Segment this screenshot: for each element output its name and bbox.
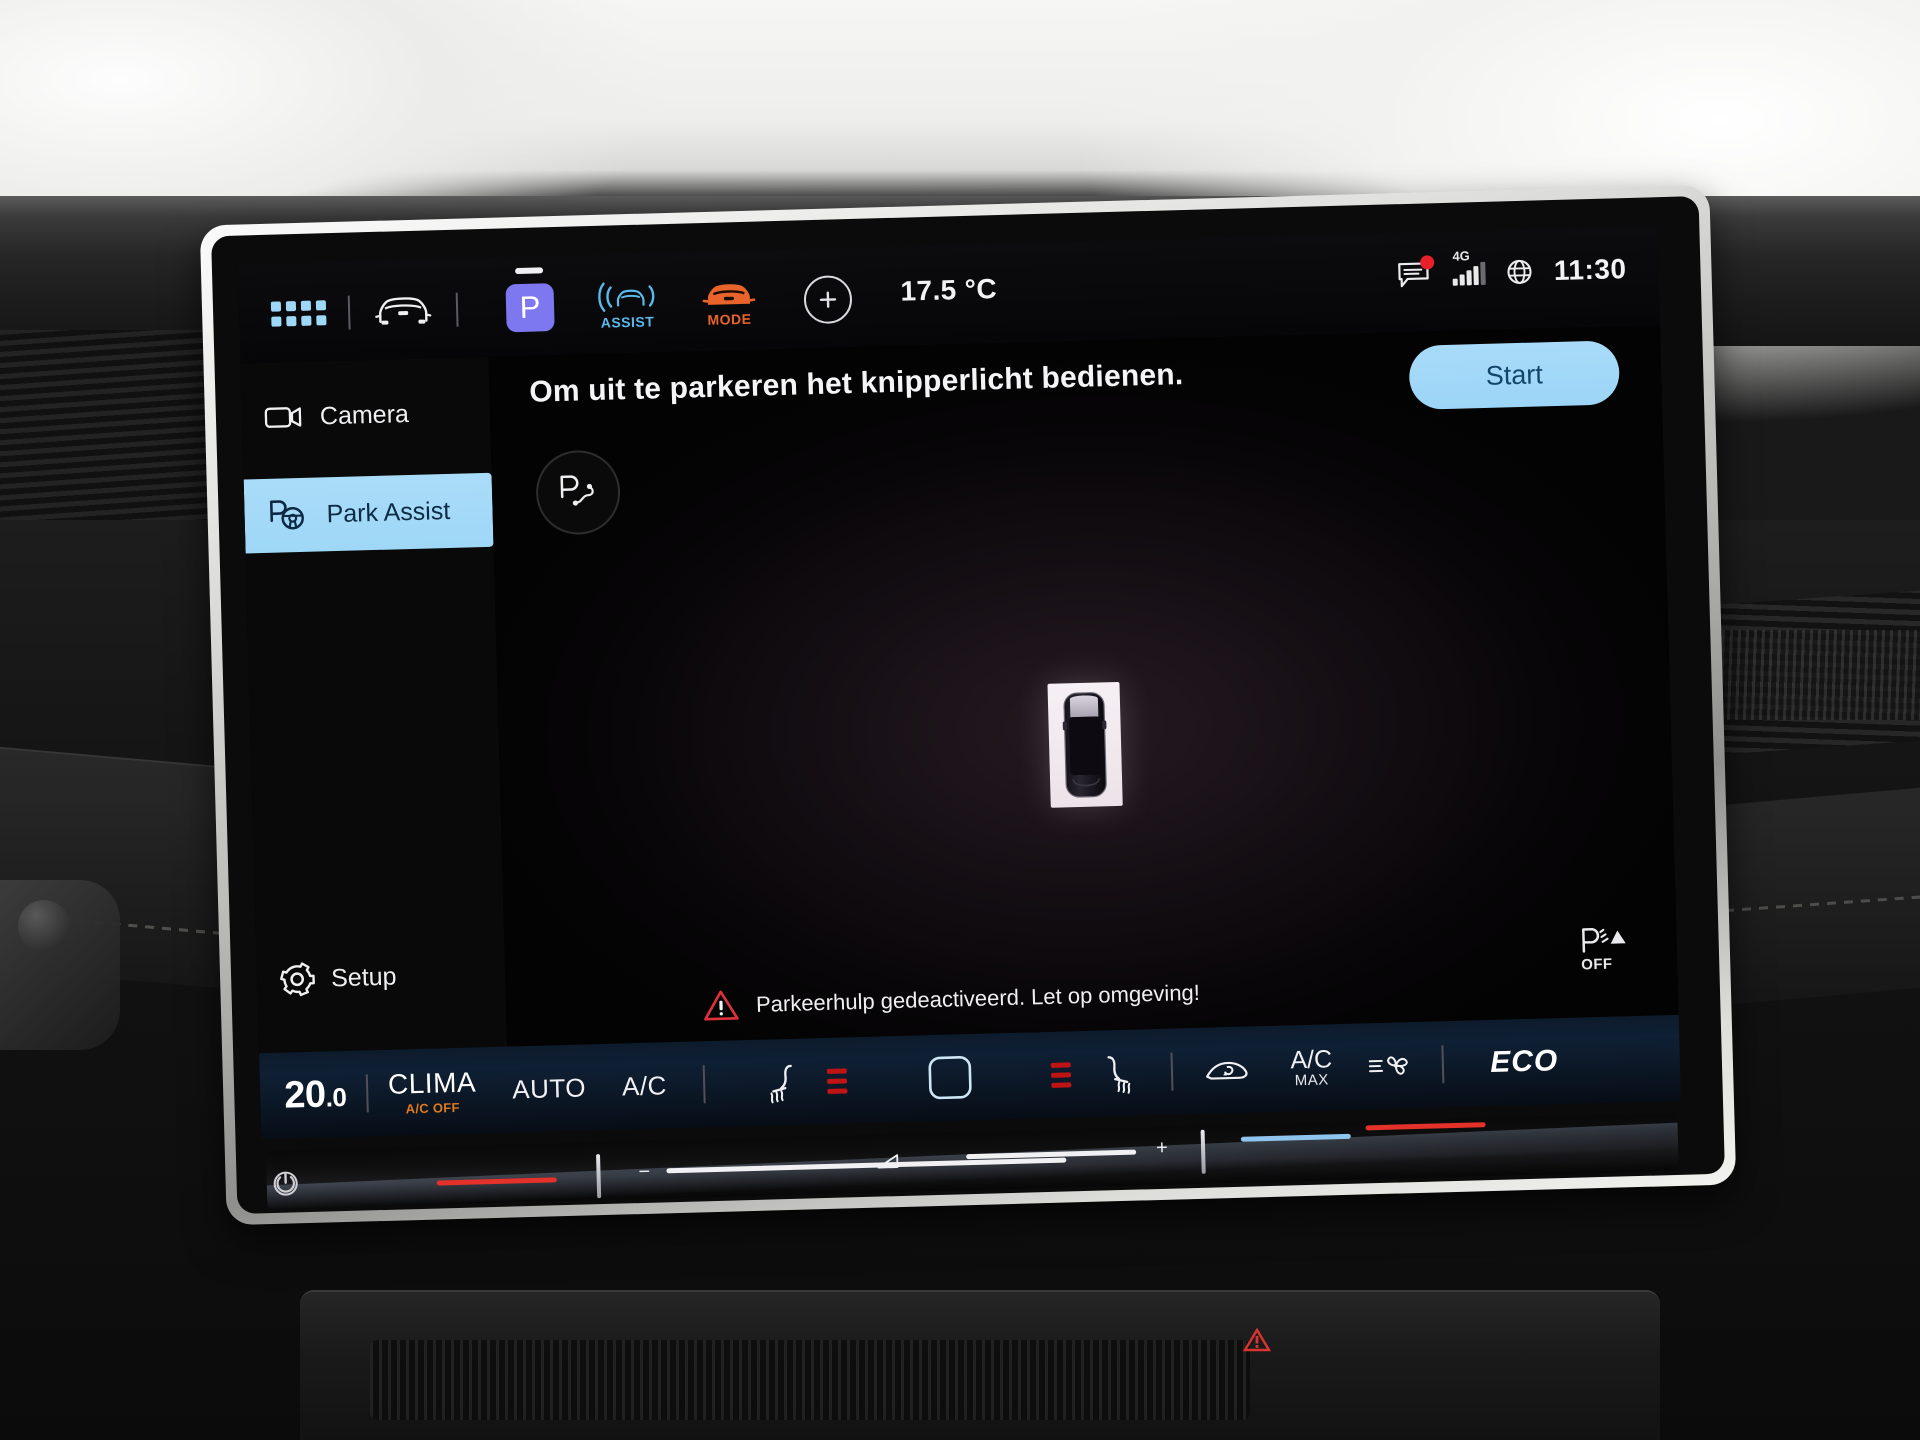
seat-heating-right-button[interactable] xyxy=(1094,1052,1135,1095)
messages-button[interactable] xyxy=(1397,255,1435,289)
globe-icon xyxy=(1507,259,1532,284)
sidebar-item-park-assist[interactable]: Park Assist xyxy=(243,472,494,554)
content-area: Camera Park Assist Setup Om uit te parke… xyxy=(240,325,1679,1054)
climate-divider-4 xyxy=(1441,1045,1445,1084)
ac-button[interactable]: A/C xyxy=(622,1070,668,1102)
ac-max-label: A/C xyxy=(1290,1045,1333,1075)
mode-label: MODE xyxy=(707,310,752,328)
ac-max-sublabel: MAX xyxy=(1294,1071,1330,1090)
notification-dot xyxy=(1420,255,1435,270)
sidebar-item-label: Setup xyxy=(330,962,397,992)
seat-heat-level-right[interactable] xyxy=(1050,1061,1072,1088)
park-sensor-status: OFF xyxy=(1580,926,1633,974)
park-assist-panel: Om uit te parkeren het knipperlicht bedi… xyxy=(488,325,1679,1047)
climate-divider-1 xyxy=(365,1074,369,1113)
gear-icon xyxy=(280,962,315,997)
recirculation-button[interactable] xyxy=(1200,1053,1253,1086)
seat-heating-left-icon xyxy=(770,1064,792,1104)
warning-banner: Parkeerhulp gedeactiveerd. Let op omgevi… xyxy=(702,976,1201,1023)
park-out-mode-button[interactable] xyxy=(534,449,622,536)
camera-icon xyxy=(264,407,302,428)
fan-button[interactable] xyxy=(1368,1049,1417,1082)
climate-temperature-fraction: .0 xyxy=(325,1081,347,1113)
clima-label: CLIMA xyxy=(387,1065,477,1100)
volume-wedge-icon xyxy=(876,1152,900,1171)
climate-display-button[interactable] xyxy=(924,1052,975,1103)
parking-slot-graphic xyxy=(1047,681,1123,808)
air-vent-right-fins xyxy=(1690,630,1920,720)
climate-temperature-whole: 20 xyxy=(283,1073,327,1117)
infotainment-bezel: P ASSIST MODE 17.5 °C 4G 11:30 Camera Pa… xyxy=(199,184,1737,1226)
active-indicator-bar xyxy=(515,266,544,274)
assist-label: ASSIST xyxy=(600,313,655,331)
light-switch-knob[interactable] xyxy=(18,900,70,952)
air-recirculation-icon xyxy=(1205,1061,1248,1080)
clock: 11:30 xyxy=(1553,253,1627,286)
rounded-square-icon xyxy=(928,1056,972,1100)
hazard-light-button[interactable] xyxy=(1235,1318,1279,1362)
connectivity-button[interactable] xyxy=(1506,258,1535,287)
eco-button[interactable]: ECO xyxy=(1490,1044,1559,1080)
volume-plus[interactable]: + xyxy=(1156,1137,1168,1160)
sidebar-item-label: Camera xyxy=(319,399,410,430)
hazard-triangle-icon xyxy=(1242,1327,1272,1352)
volume-minus[interactable]: − xyxy=(638,1161,650,1184)
seat-heat-level-left[interactable] xyxy=(826,1067,848,1094)
fan-icon xyxy=(1369,1056,1409,1075)
temp-left-handle[interactable] xyxy=(596,1154,602,1199)
status-tray: 4G 11:30 xyxy=(1397,248,1627,291)
network-signal: 4G xyxy=(1451,248,1487,286)
screen-housing: P ASSIST MODE 17.5 °C 4G 11:30 Camera Pa… xyxy=(211,196,1725,1214)
power-button[interactable] xyxy=(270,1168,301,1199)
temp-right-red-mark xyxy=(1365,1122,1486,1131)
auto-button[interactable]: AUTO xyxy=(512,1072,587,1105)
instruction-headline: Om uit te parkeren het knipperlicht bedi… xyxy=(528,358,1184,409)
dashboard-scene: P ASSIST MODE 17.5 °C 4G 11:30 Camera Pa… xyxy=(0,0,1920,1440)
seat-heating-right-icon xyxy=(1107,1056,1130,1094)
network-type-label: 4G xyxy=(1452,247,1470,264)
sidebar-item-label: Park Assist xyxy=(326,496,451,528)
clima-status-label: A/C OFF xyxy=(405,1099,460,1116)
warning-triangle-icon xyxy=(704,990,739,1021)
seat-heating-left-button[interactable] xyxy=(764,1061,805,1104)
sidebar-item-setup[interactable]: Setup xyxy=(256,937,506,1018)
climate-divider-3 xyxy=(1170,1052,1174,1091)
park-out-path-icon xyxy=(560,475,594,506)
park-sensor-off-icon xyxy=(1582,927,1626,953)
top-down-car-icon xyxy=(1062,692,1107,798)
park-sensor-state: OFF xyxy=(1581,955,1613,974)
start-button-label: Start xyxy=(1485,358,1544,391)
ac-max-button[interactable]: A/C MAX xyxy=(1290,1045,1333,1090)
start-button[interactable]: Start xyxy=(1408,340,1621,410)
sidebar-item-camera[interactable]: Camera xyxy=(241,375,491,456)
power-button-icon xyxy=(273,1171,298,1196)
left-sidebar: Camera Park Assist Setup xyxy=(240,356,508,1054)
temp-right-handle[interactable] xyxy=(1200,1129,1206,1174)
park-steering-wheel-icon xyxy=(269,500,304,530)
warning-text: Parkeerhulp gedeactiveerd. Let op omgevi… xyxy=(755,979,1201,1017)
speaker-grille xyxy=(370,1340,1250,1420)
infotainment-screen: P ASSIST MODE 17.5 °C 4G 11:30 Camera Pa… xyxy=(237,225,1679,1054)
climate-temperature[interactable]: 20.0 xyxy=(284,1072,347,1117)
clima-button[interactable]: CLIMA A/C OFF xyxy=(387,1065,477,1116)
climate-divider-2 xyxy=(702,1065,706,1104)
vehicle-graphic xyxy=(1047,681,1123,808)
